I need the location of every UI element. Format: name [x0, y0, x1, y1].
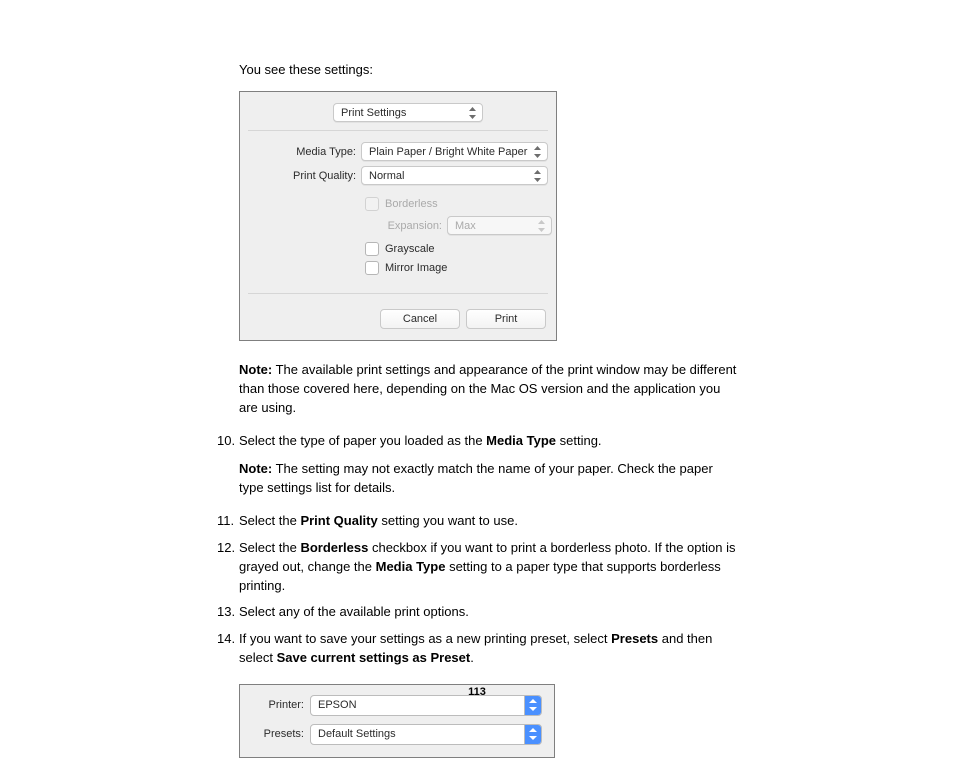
mirror-image-label: Mirror Image	[385, 262, 447, 274]
printer-label: Printer:	[252, 699, 304, 711]
settings-dropdown[interactable]: Print Settings	[333, 103, 483, 122]
print-quality-label: Print Quality:	[240, 170, 356, 182]
media-type-value: Plain Paper / Bright White Paper	[369, 146, 527, 158]
step-11: 11. Select the Print Quality setting you…	[239, 512, 737, 531]
chevron-updown-icon	[524, 696, 541, 715]
mirror-image-checkbox[interactable]	[365, 261, 379, 275]
expansion-value: Max	[455, 220, 476, 232]
grayscale-label: Grayscale	[385, 243, 435, 255]
presets-value: Default Settings	[311, 728, 524, 740]
expansion-label: Expansion:	[240, 220, 442, 232]
media-type-label: Media Type:	[240, 146, 356, 158]
presets-label: Presets:	[252, 728, 304, 740]
step-number: 13.	[217, 603, 235, 622]
step-number: 14.	[217, 630, 235, 649]
page-number: 113	[0, 686, 954, 698]
note-paragraph-1: Note: The available print settings and a…	[239, 361, 737, 418]
borderless-checkbox	[365, 197, 379, 211]
print-button[interactable]: Print	[466, 309, 546, 329]
chevron-updown-icon	[534, 170, 541, 182]
step-number: 10.	[217, 432, 235, 451]
step-10: 10. Select the type of paper you loaded …	[239, 432, 737, 499]
printer-value: EPSON	[311, 699, 524, 711]
step-14: 14. If you want to save your settings as…	[239, 630, 737, 668]
cancel-button[interactable]: Cancel	[380, 309, 460, 329]
chevron-updown-icon	[534, 146, 541, 158]
chevron-updown-icon	[524, 725, 541, 744]
step-10-note: Note: The setting may not exactly match …	[239, 460, 737, 498]
print-quality-dropdown[interactable]: Normal	[361, 166, 548, 185]
chevron-updown-icon	[469, 107, 476, 119]
expansion-dropdown: Max	[447, 216, 552, 235]
print-settings-screenshot: Print Settings Media Type: Plain Paper /…	[239, 91, 557, 341]
step-12: 12. Select the Borderless checkbox if yo…	[239, 539, 737, 596]
step-number: 11.	[217, 512, 234, 531]
presets-dropdown[interactable]: Default Settings	[310, 724, 542, 745]
grayscale-checkbox[interactable]	[365, 242, 379, 256]
intro-text: You see these settings:	[239, 62, 737, 77]
print-quality-value: Normal	[369, 170, 404, 182]
settings-dropdown-label: Print Settings	[341, 107, 406, 119]
step-13: 13. Select any of the available print op…	[239, 603, 737, 622]
borderless-label: Borderless	[385, 198, 438, 210]
media-type-dropdown[interactable]: Plain Paper / Bright White Paper	[361, 142, 548, 161]
step-number: 12.	[217, 539, 235, 558]
chevron-updown-icon	[538, 220, 545, 232]
printer-dropdown[interactable]: EPSON	[310, 695, 542, 716]
instruction-list: 10. Select the type of paper you loaded …	[217, 432, 737, 668]
